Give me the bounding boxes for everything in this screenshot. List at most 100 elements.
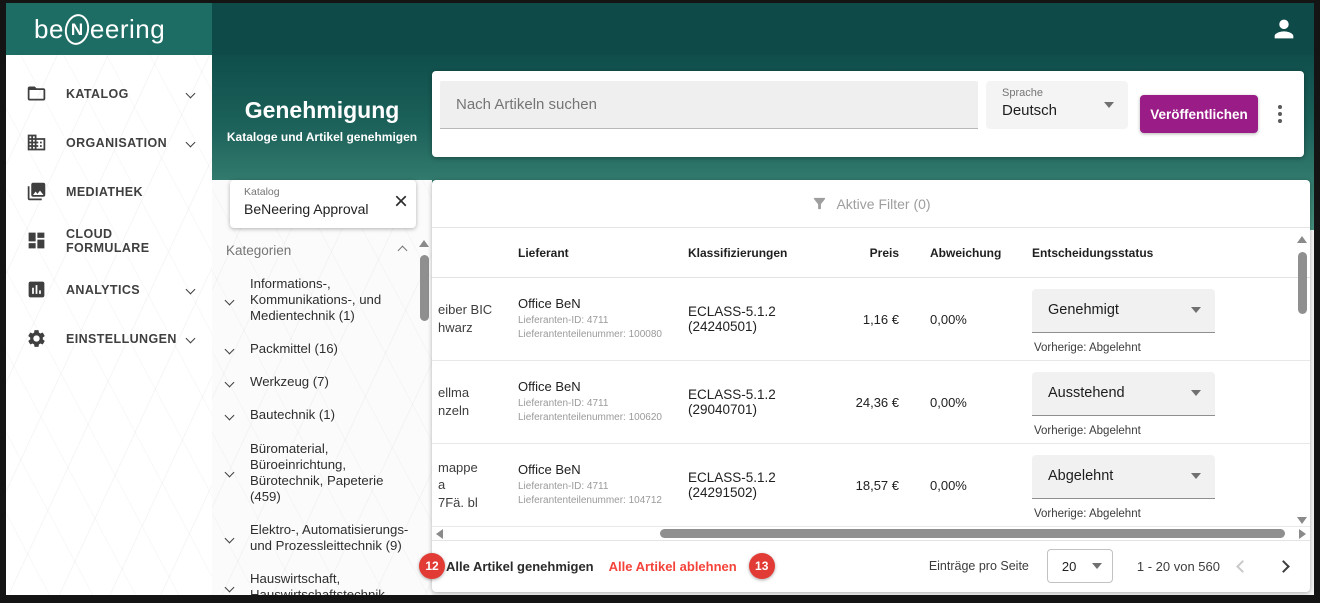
dropdown-caret-icon [1191, 473, 1201, 479]
scroll-up-arrow-icon[interactable] [1297, 236, 1307, 243]
column-header-preis: Preis [845, 246, 913, 260]
category-item[interactable]: Büromaterial, Büroeinrichtung, Bürotechn… [226, 441, 416, 505]
sidebar-item-label: CLOUD FORMULARE [66, 227, 194, 255]
scrollbar-thumb[interactable] [1298, 252, 1307, 314]
status-select[interactable]: Genehmigt [1032, 289, 1215, 333]
article-cell: ellma nzeln [432, 384, 510, 419]
reject-all-button[interactable]: Alle Artikel ablehnen [609, 559, 737, 574]
status-select[interactable]: Ausstehend [1032, 372, 1215, 416]
horizontal-scrollbar[interactable] [432, 527, 1310, 541]
chevron-down-icon[interactable] [226, 522, 250, 554]
chevron-down-icon [186, 138, 196, 148]
sidebar-item-mediathek[interactable]: MEDIATHEK [6, 167, 212, 216]
previous-page-chevron-icon[interactable] [1236, 560, 1249, 573]
decision-status-cell: Ausstehend Vorherige: Abgelehnt [1028, 368, 1220, 437]
supplier-name: Office BeN [518, 296, 680, 311]
active-filters-label: Aktive Filter (0) [836, 196, 930, 212]
sidebar-item-cloud-formulare[interactable]: CLOUD FORMULARE [6, 216, 212, 265]
sidebar-item-label: KATALOG [66, 87, 187, 101]
article-cell: mappe a 7Fä. bl [432, 459, 510, 512]
per-page-select[interactable]: 20 [1047, 549, 1113, 583]
chevron-down-icon[interactable] [226, 341, 250, 357]
status-value: Genehmigt [1048, 302, 1119, 318]
logo-n: N [71, 19, 84, 39]
publish-button[interactable]: Veröffentlichen [1140, 95, 1258, 133]
category-item[interactable]: Elektro-, Automatisierungs- und Prozessl… [226, 522, 416, 554]
toolbar-kebab-menu-icon[interactable] [1274, 101, 1286, 127]
chevron-down-icon[interactable] [226, 441, 250, 505]
categories-title: Kategorien [226, 243, 291, 258]
logo-text-left: be [34, 14, 64, 45]
sidebar-item-label: MEDIATHEK [66, 185, 194, 199]
chevron-down-icon[interactable] [226, 407, 250, 423]
category-item[interactable]: Werkzeug (7) [226, 374, 416, 390]
pagination: Einträge pro Seite 20 1 - 20 von 560 [929, 541, 1288, 591]
classification-cell: ECLASS-5.1.2 (24291502) [680, 470, 845, 500]
categories-header[interactable]: Kategorien [226, 243, 416, 258]
price-cell: 18,57 € [845, 478, 913, 493]
category-label: Hauswirtschaft, Hauswirtschaftstechnik [250, 571, 416, 595]
table-footer: 12 Alle Artikel genehmigen Alle Artikel … [432, 541, 1310, 591]
supplier-id: Lieferanten-ID: 4711 [518, 480, 680, 495]
page-head: Genehmigung Kataloge und Artikel genehmi… [212, 97, 432, 144]
chevron-down-icon[interactable] [226, 374, 250, 390]
sidebar-item-organisation[interactable]: ORGANISATION [6, 118, 212, 167]
category-label: Büromaterial, Büroeinrichtung, Bürotechn… [250, 441, 416, 505]
chevron-down-icon[interactable] [226, 571, 250, 595]
logo-text-right: eering [90, 14, 165, 45]
categories-scrollbar[interactable] [418, 240, 430, 595]
search-input[interactable] [440, 81, 978, 129]
price-cell: 1,16 € [845, 312, 913, 327]
vertical-scrollbar[interactable] [1296, 236, 1308, 524]
scroll-right-arrow-icon[interactable] [1299, 529, 1306, 539]
category-item[interactable]: Hauswirtschaft, Hauswirtschaftstechnik [226, 571, 416, 595]
app-window: be Neering KATALOG ORGANISATION MEDIATHEK… [6, 3, 1314, 595]
deviation-cell: 0,00% [913, 478, 1028, 493]
status-select[interactable]: Abgelehnt [1032, 455, 1215, 499]
supplier-id: Lieferanten-ID: 4711 [518, 397, 680, 412]
supplier-name: Office BeN [518, 462, 680, 477]
price-cell: 24,36 € [845, 395, 913, 410]
pagination-range: 1 - 20 von 560 [1137, 559, 1220, 574]
supplier-part-number: Lieferantenteilenummer: 100620 [518, 411, 680, 426]
top-bar: be Neering [6, 3, 1314, 55]
logo-box: be Neering [6, 3, 212, 55]
catalog-filter-label: Katalog [244, 186, 404, 198]
category-label: Elektro-, Automatisierungs- und Prozessl… [250, 522, 416, 554]
column-header-klassifizierungen: Klassifizierungen [680, 246, 845, 260]
sidebar-item-label: ORGANISATION [66, 136, 187, 150]
active-filters-bar[interactable]: Aktive Filter (0) [432, 180, 1310, 228]
scroll-down-arrow-icon[interactable] [1297, 517, 1307, 524]
supplier-cell: Office BeN Lieferanten-ID: 4711 Lieferan… [510, 296, 680, 343]
decision-status-cell: Genehmigt Vorherige: Abgelehnt [1028, 285, 1220, 354]
classification-cell: ECLASS-5.1.2 (24240501) [680, 304, 845, 334]
language-select[interactable]: Sprache Deutsch [986, 81, 1128, 129]
language-select-value: Deutsch [1002, 102, 1114, 119]
category-item[interactable]: Packmittel (16) [226, 341, 416, 357]
scroll-left-arrow-icon[interactable] [436, 529, 443, 539]
chevron-down-icon[interactable] [226, 276, 250, 324]
sidebar-item-katalog[interactable]: KATALOG [6, 69, 212, 118]
gear-icon [26, 328, 47, 349]
close-icon[interactable]: × [394, 190, 408, 214]
decision-status-cell: Abgelehnt Vorherige: Abgelehnt [1028, 451, 1220, 520]
sidebar-item-label: ANALYTICS [66, 283, 187, 297]
sidebar-item-analytics[interactable]: ANALYTICS [6, 265, 212, 314]
table-row: mappe a 7Fä. bl Office BeN Lieferanten-I… [432, 444, 1310, 527]
column-header-entscheidungsstatus: Entscheidungsstatus [1028, 246, 1220, 260]
dropdown-caret-icon [1104, 102, 1114, 108]
sidebar-item-einstellungen[interactable]: EINSTELLUNGEN [6, 314, 212, 363]
approve-all-button[interactable]: Alle Artikel genehmigen [446, 559, 594, 574]
scrollbar-thumb[interactable] [660, 529, 1285, 538]
scroll-up-arrow-icon[interactable] [419, 240, 429, 247]
scrollbar-track[interactable] [449, 529, 1293, 538]
column-header-lieferant: Lieferant [510, 246, 680, 260]
next-page-chevron-icon[interactable] [1277, 560, 1290, 573]
supplier-id: Lieferanten-ID: 4711 [518, 314, 680, 329]
sidebar-item-label: EINSTELLUNGEN [66, 332, 187, 346]
category-item[interactable]: Bautechnik (1) [226, 407, 416, 423]
user-account-icon[interactable] [1270, 15, 1298, 43]
supplier-cell: Office BeN Lieferanten-ID: 4711 Lieferan… [510, 462, 680, 509]
scrollbar-thumb[interactable] [420, 255, 429, 321]
category-item[interactable]: Informations-, Kommunikations-, und Medi… [226, 276, 416, 324]
